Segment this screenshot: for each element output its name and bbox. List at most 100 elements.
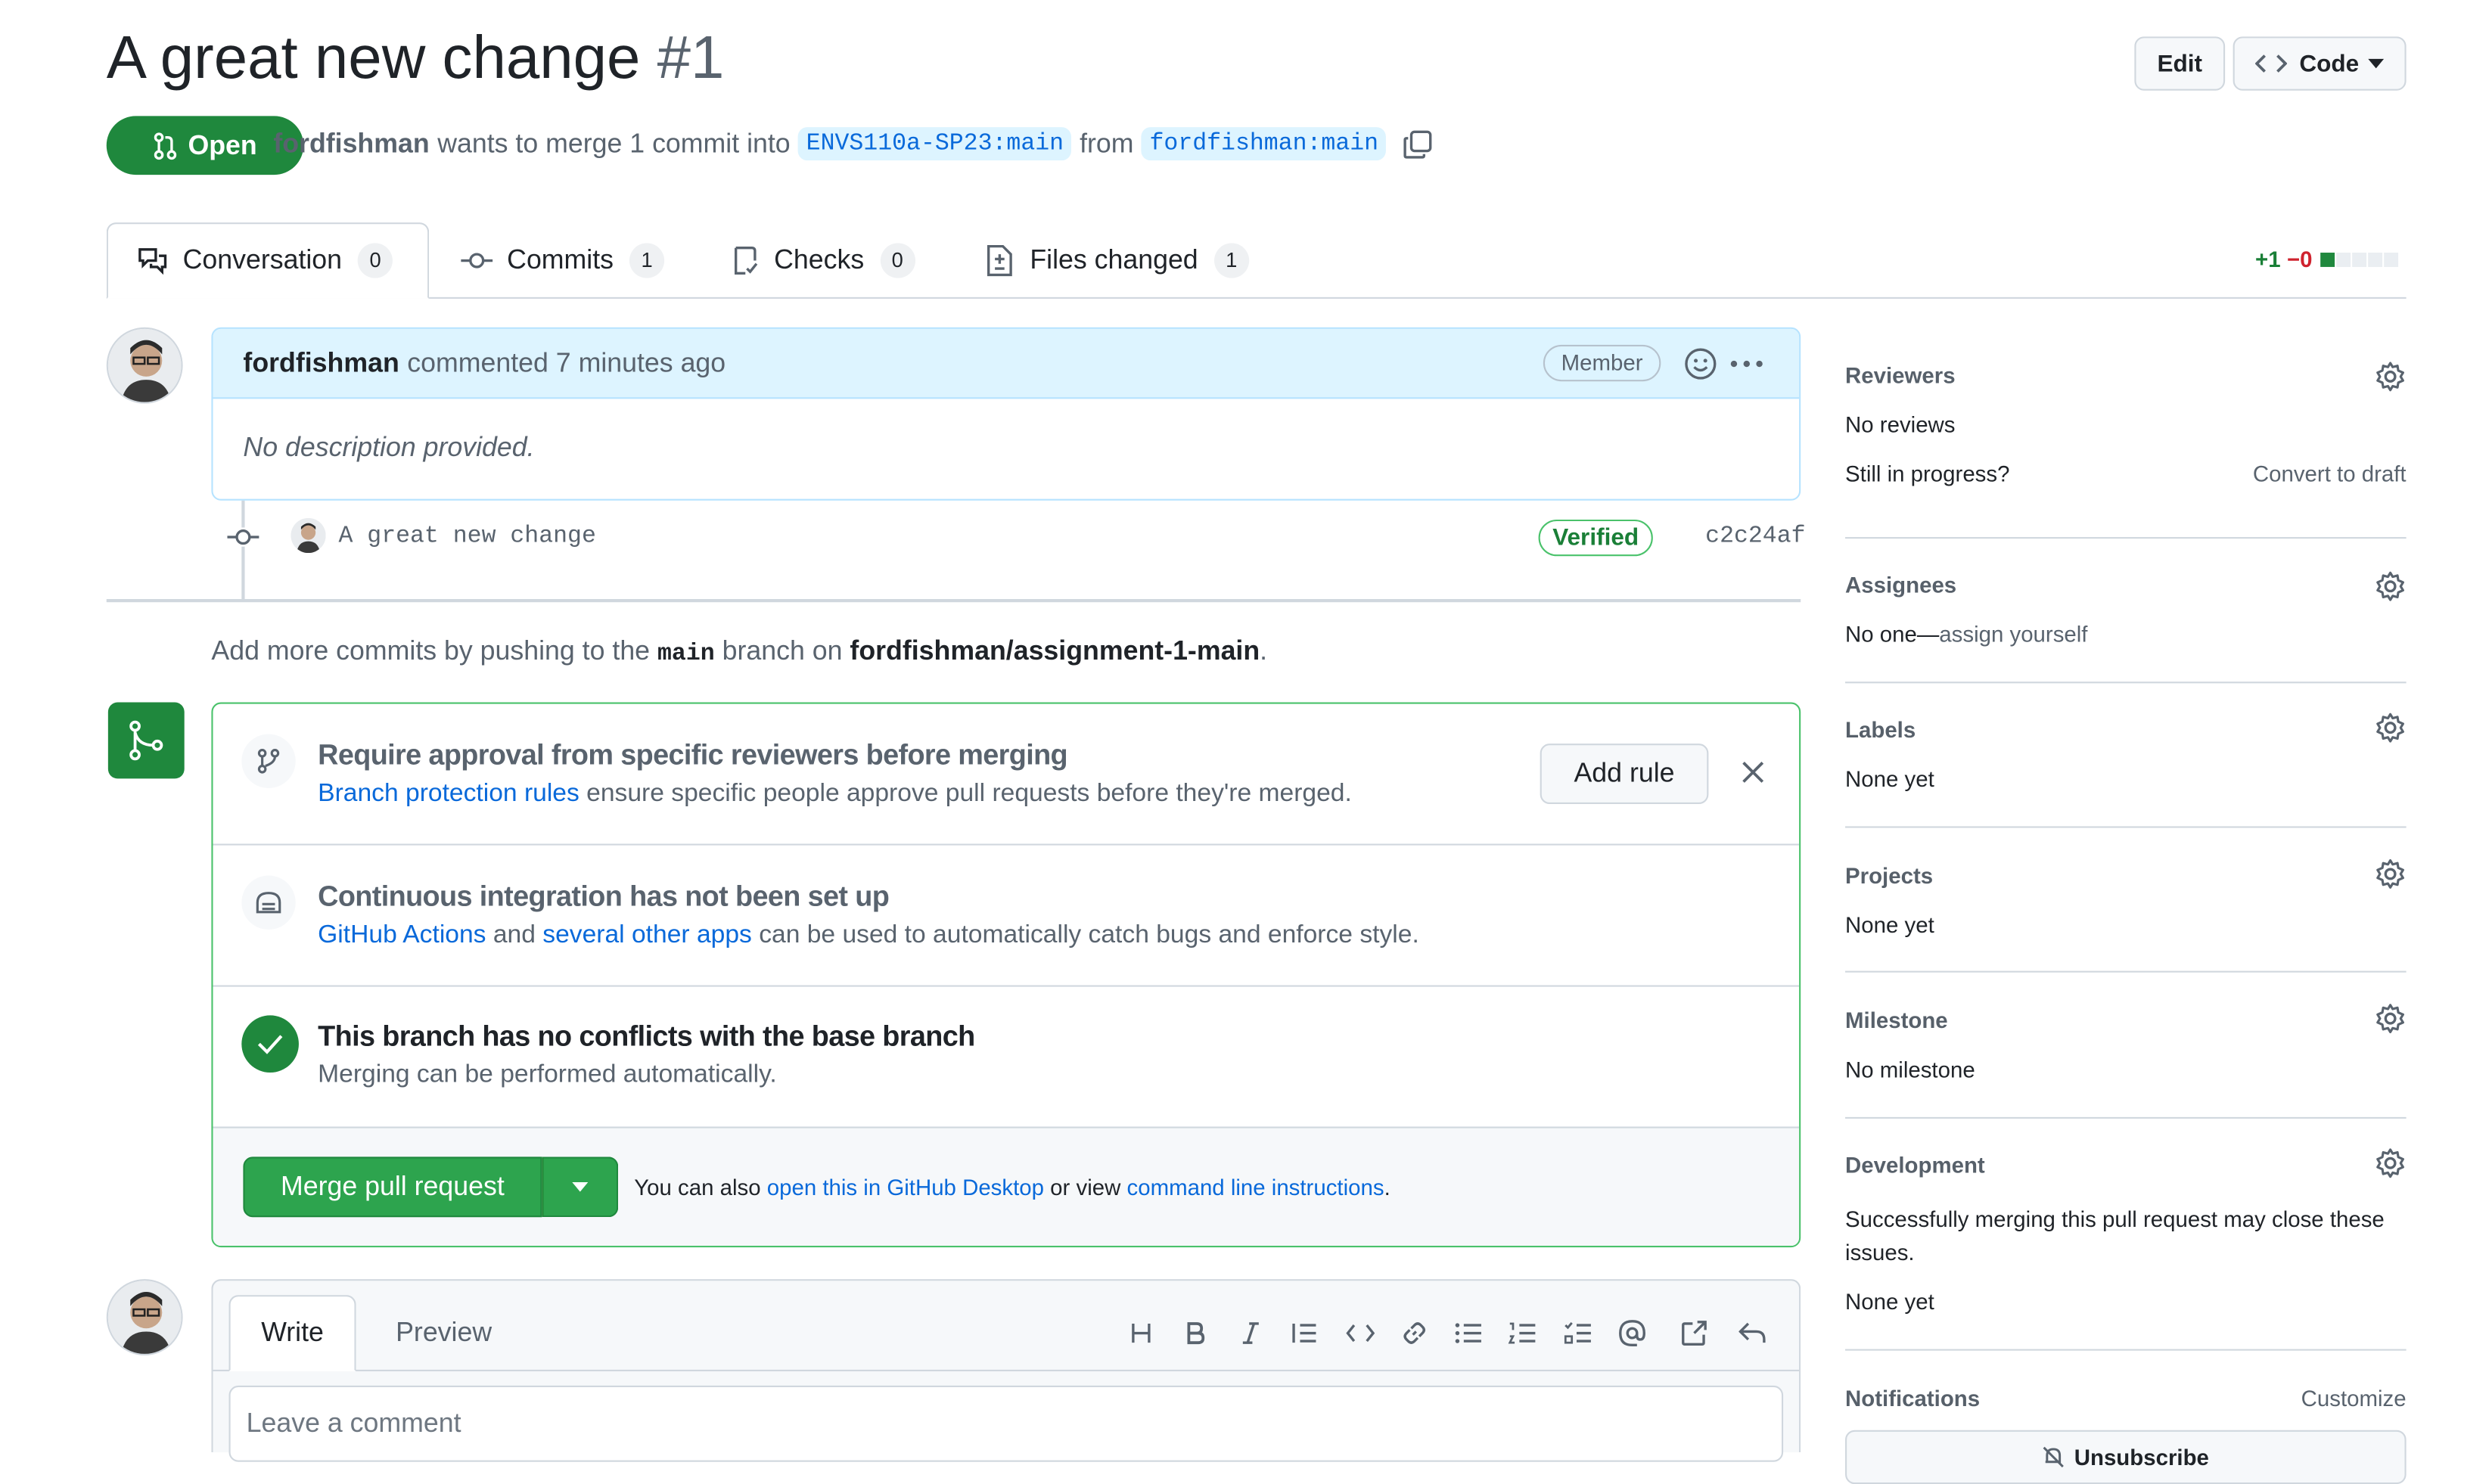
heading-icon[interactable] (1123, 1315, 1158, 1350)
composer-header-line (213, 1369, 1800, 1371)
branch-protection-icon (241, 734, 296, 788)
diffstat-added: +1 (2255, 246, 2281, 272)
bold-icon[interactable] (1178, 1315, 1213, 1350)
comment-discussion-icon (137, 247, 169, 275)
merge-method-dropdown[interactable] (542, 1156, 619, 1218)
edit-button[interactable]: Edit (2134, 36, 2226, 91)
head-branch-label[interactable]: fordfishman:main (1141, 127, 1387, 161)
ci-text: GitHub Actions and several other apps ca… (318, 921, 1419, 949)
add-rule-button[interactable]: Add rule (1540, 744, 1709, 805)
composer-avatar[interactable] (106, 1279, 183, 1355)
kebab-horizontal-icon[interactable] (1729, 359, 1764, 369)
assign-yourself-link[interactable]: assign yourself (1939, 621, 2087, 647)
commit-message-link[interactable]: A great new change (338, 523, 595, 550)
code-icon[interactable] (1343, 1315, 1378, 1350)
rule-title: Require approval from specific reviewers… (318, 738, 1068, 771)
ci-title: Continuous integration has not been set … (318, 880, 890, 912)
tab-write[interactable]: Write (228, 1295, 356, 1371)
push-hint: Add more commits by pushing to the main … (211, 635, 1268, 668)
member-badge: Member (1543, 344, 1661, 382)
branch-name: main (657, 640, 715, 668)
code-button[interactable]: Code (2233, 36, 2407, 91)
labels-value: None yet (1845, 765, 1934, 792)
git-merge-icon-badge (107, 702, 185, 779)
caret-down-icon (572, 1181, 589, 1192)
development-value: None yet (1845, 1288, 1934, 1315)
base-branch-label[interactable]: ENVS110a-SP23:main (798, 127, 1072, 161)
divider (1845, 826, 2407, 828)
comment-meta[interactable]: commented 7 minutes ago (407, 347, 726, 379)
verified-badge[interactable]: Verified (1538, 519, 1653, 557)
diffstat-removed: −0 (2286, 246, 2313, 272)
page-title: A great new change #1 (107, 26, 725, 94)
milestone-heading[interactable]: Milestone (1845, 1007, 1948, 1033)
unsubscribe-button[interactable]: Unsubscribe (1845, 1430, 2407, 1484)
tab-preview[interactable]: Preview (396, 1318, 492, 1349)
reply-icon[interactable] (1735, 1315, 1770, 1350)
diffstat: +1 −0 (2255, 247, 2398, 272)
diffstat-blocks (2320, 251, 2398, 266)
italic-icon[interactable] (1233, 1315, 1268, 1350)
ordered-list-icon[interactable] (1505, 1315, 1540, 1350)
divider (1845, 1116, 2407, 1119)
cross-reference-icon[interactable] (1676, 1315, 1711, 1350)
labels-heading[interactable]: Labels (1845, 716, 1916, 742)
merge-pull-request-button[interactable]: Merge pull request (243, 1156, 542, 1218)
reviewers-value: No reviews (1845, 411, 1956, 437)
tab-conversation[interactable]: Conversation 0 (137, 222, 393, 299)
smiley-icon[interactable] (1683, 346, 1718, 381)
gear-icon[interactable] (2375, 1147, 2407, 1179)
commit-icon (461, 251, 493, 270)
still-in-progress: Still in progress? (1845, 461, 2010, 486)
close-icon[interactable] (1742, 761, 1764, 783)
tab-bar-underline (106, 296, 2407, 299)
divider (213, 985, 1800, 987)
convert-to-draft-link[interactable]: Convert to draft (2253, 461, 2407, 486)
assignees-heading[interactable]: Assignees (1845, 572, 1956, 598)
development-text: Successfully merging this pull request m… (1845, 1206, 2385, 1265)
gear-icon[interactable] (2375, 1003, 2407, 1035)
assignees-value: No one—assign yourself (1845, 621, 2088, 647)
gear-icon[interactable] (2375, 361, 2407, 393)
copy-icon[interactable] (1403, 128, 1434, 160)
pull-request-icon (153, 131, 179, 160)
commit-node-icon (227, 527, 259, 547)
tab-commits[interactable]: Commits 1 (461, 222, 665, 299)
divider (1845, 681, 2407, 684)
repo-name: fordfishman/assignment-1-main (850, 635, 1260, 666)
checklist-icon (731, 245, 760, 277)
gear-icon[interactable] (2375, 858, 2407, 889)
check-circle-icon (241, 1015, 299, 1073)
unordered-list-icon[interactable] (1451, 1315, 1486, 1350)
commit-avatar[interactable] (291, 517, 326, 554)
gear-icon[interactable] (2375, 712, 2407, 744)
reviewers-heading[interactable]: Reviewers (1845, 362, 1956, 388)
github-actions-link[interactable]: GitHub Actions (318, 921, 486, 948)
customize-link[interactable]: Customize (2301, 1386, 2407, 1411)
projects-value: None yet (1845, 911, 1934, 938)
gear-icon[interactable] (2375, 570, 2407, 602)
avatar[interactable] (106, 327, 183, 404)
other-apps-link[interactable]: several other apps (542, 921, 752, 948)
quote-icon[interactable] (1288, 1315, 1322, 1350)
author-link[interactable]: fordfishman (273, 128, 429, 160)
commit-sha-link[interactable]: c2c24af (1705, 523, 1805, 550)
github-desktop-link[interactable]: open this in GitHub Desktop (767, 1174, 1044, 1200)
command-line-link[interactable]: command line instructions (1127, 1174, 1384, 1200)
file-diff-icon (985, 244, 1014, 277)
comment-author[interactable]: fordfishman (243, 347, 399, 379)
git-merge-icon (129, 720, 163, 761)
milestone-value: No milestone (1845, 1057, 1975, 1082)
mention-icon[interactable] (1614, 1315, 1649, 1350)
projects-heading[interactable]: Projects (1845, 863, 1933, 889)
link-icon[interactable] (1397, 1315, 1432, 1350)
branch-protection-link[interactable]: Branch protection rules (318, 780, 579, 807)
conflict-title: This branch has no conflicts with the ba… (318, 1020, 975, 1052)
development-heading[interactable]: Development (1845, 1152, 1985, 1178)
tab-files-changed[interactable]: Files changed 1 (985, 222, 1249, 299)
comment-textarea[interactable]: Leave a comment (228, 1385, 1784, 1462)
pr-meta-line: fordfishman wants to merge 1 commit into… (273, 127, 1434, 161)
task-list-icon[interactable] (1561, 1315, 1596, 1350)
tab-checks[interactable]: Checks 0 (731, 222, 915, 299)
comment-body: No description provided. (243, 432, 535, 463)
